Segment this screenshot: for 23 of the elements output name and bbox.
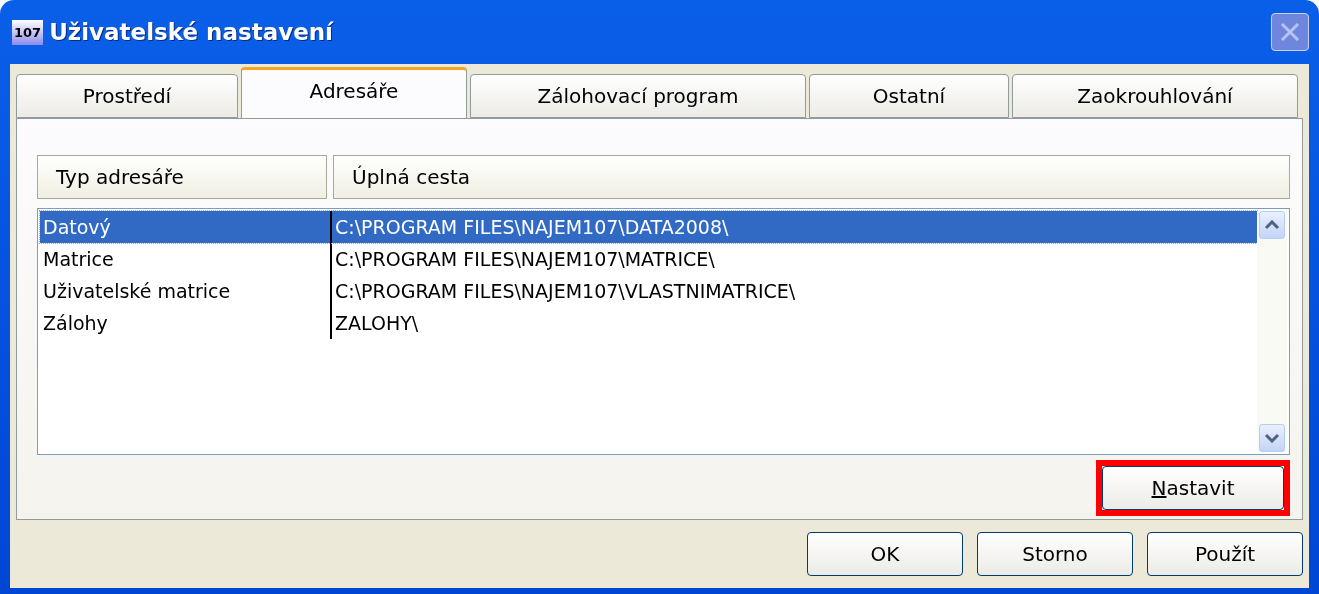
tab[interactable]: Ostatní: [809, 74, 1009, 118]
column-header[interactable]: Úplná cesta: [333, 155, 1290, 199]
close-icon: [1279, 21, 1301, 43]
list-row[interactable]: Uživatelské matrice C:\PROGRAM FILES\NAJEM107\VLASTNIMATRICE\: [40, 275, 1257, 307]
set-button[interactable]: Nastavit: [1102, 466, 1284, 510]
list-row[interactable]: Zálohy ZALOHY\: [40, 307, 1257, 339]
column-header[interactable]: Typ adresáře: [37, 155, 327, 199]
tab[interactable]: Adresáře: [241, 67, 467, 119]
app-icon: 107: [12, 19, 44, 45]
scrollbar[interactable]: [1257, 211, 1287, 452]
chevron-up-icon: [1265, 220, 1279, 230]
list-row[interactable]: Datový C:\PROGRAM FILES\NAJEM107\DATA2008\: [40, 211, 1257, 243]
dialog-button[interactable]: OK: [807, 532, 963, 576]
scroll-up-button[interactable]: [1259, 211, 1285, 239]
scroll-down-button[interactable]: [1259, 424, 1285, 452]
tab[interactable]: Prostředí: [16, 74, 238, 118]
list-row[interactable]: Matrice C:\PROGRAM FILES\NAJEM107\MATRICE\: [40, 243, 1257, 275]
chevron-down-icon: [1265, 433, 1279, 443]
window-title: Uživatelské nastavení: [49, 19, 333, 45]
tab[interactable]: Zaokrouhlování: [1012, 74, 1298, 118]
dialog-button[interactable]: Storno: [977, 532, 1133, 576]
tab[interactable]: Zálohovací program: [470, 74, 806, 118]
dialog-button[interactable]: Použít: [1147, 532, 1303, 576]
